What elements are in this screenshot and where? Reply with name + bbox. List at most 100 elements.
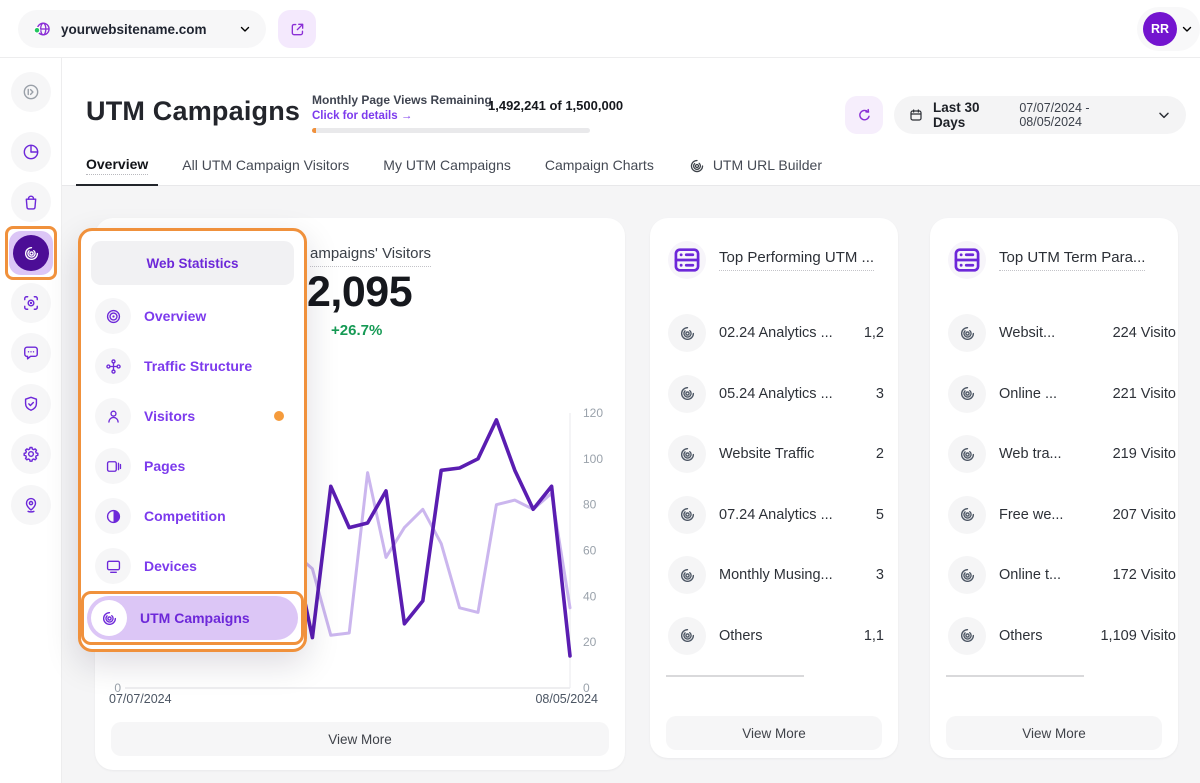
list-item-value: 5 <box>876 507 884 523</box>
x-axis-start-label: 07/07/2024 <box>109 692 172 706</box>
flyout-item-traffic-structure[interactable]: Traffic Structure <box>91 341 294 391</box>
list-item-name: Free we... <box>999 507 1063 523</box>
user-menu[interactable]: RR <box>1137 7 1200 51</box>
tab-utm-url-builder[interactable]: UTM URL Builder <box>688 157 822 185</box>
list-item-website-traffic[interactable]: Website Traffic 2 <box>650 435 898 473</box>
svg-text:80: 80 <box>583 498 597 512</box>
list-item-free-we[interactable]: Free we... 207 Visito <box>930 496 1178 534</box>
svg-text:120: 120 <box>583 406 603 420</box>
database-icon <box>668 241 706 279</box>
flyout-item-utm-campaigns[interactable]: UTM Campaigns <box>87 596 298 640</box>
flyout-menu: Web Statistics Overview Traffic Structure… <box>78 228 307 652</box>
tab-overview[interactable]: Overview <box>86 156 148 185</box>
page-header: UTM Campaigns Monthly Page Views Remaini… <box>62 58 1200 186</box>
list-item-value: 1,2 <box>864 325 884 341</box>
quota-progress-fill <box>312 128 316 133</box>
card-title: Top Performing UTM ... <box>719 249 874 271</box>
settings-icon <box>21 444 41 464</box>
flyout-title: Web Statistics <box>91 241 294 285</box>
list-item-name: Others <box>999 628 1043 644</box>
utm-spiral-icon <box>948 375 986 413</box>
sidebar-item-location[interactable] <box>11 485 51 525</box>
list-item-others[interactable]: Others 1,109 Visito <box>930 617 1178 655</box>
flyout-item-label: Competition <box>144 508 226 524</box>
list-item-value: 219 Visito <box>1113 446 1176 462</box>
chart-view-more-button[interactable]: View More <box>111 722 609 756</box>
traffic-structure-icon <box>95 348 131 384</box>
sidebar-item-scan[interactable] <box>11 283 51 323</box>
open-website-button[interactable] <box>278 10 316 48</box>
list-item-online-t[interactable]: Online t... 172 Visito <box>930 556 1178 594</box>
top-utm-term-card: Top UTM Term Para... Websit... 224 Visit… <box>930 218 1178 758</box>
flyout-item-visitors[interactable]: Visitors <box>91 391 294 441</box>
utm-spiral-icon <box>948 496 986 534</box>
x-axis-end-label: 08/05/2024 <box>535 692 598 706</box>
utm-campaigns-icon <box>91 600 127 636</box>
flyout-item-label: Overview <box>144 308 206 324</box>
list-item-web-tra[interactable]: Web tra... 219 Visito <box>930 435 1178 473</box>
calendar-icon <box>908 107 924 123</box>
flyout-item-competition[interactable]: Competition <box>91 491 294 541</box>
card-rows: 02.24 Analytics ... 1,2 05.24 Analytics … <box>650 314 898 677</box>
card-header: Top UTM Term Para... <box>948 241 1145 279</box>
sidebar-item-messages[interactable] <box>11 333 51 373</box>
list-item-websit[interactable]: Websit... 224 Visito <box>930 314 1178 352</box>
list-item-value: 224 Visito <box>1113 325 1176 341</box>
quota-label: Monthly Page Views Remaining <box>312 93 492 107</box>
list-item-monthly-musing[interactable]: Monthly Musing... 3 <box>650 556 898 594</box>
list-item-02-24-analytics[interactable]: 02.24 Analytics ... 1,2 <box>650 314 898 352</box>
chart-change-badge: +26.7% <box>331 322 382 339</box>
date-range-picker[interactable]: Last 30 Days 07/07/2024 - 08/05/2024 <box>894 96 1186 134</box>
database-icon <box>948 241 986 279</box>
analytics-icon <box>21 142 41 162</box>
sidebar-item-web-statistics[interactable] <box>9 231 53 275</box>
list-item-07-24-analytics[interactable]: 07.24 Analytics ... 5 <box>650 496 898 534</box>
list-item-name: Web tra... <box>999 446 1062 462</box>
sidebar-item-analytics[interactable] <box>11 132 51 172</box>
card-header: Top Performing UTM ... <box>668 241 874 279</box>
quota-details-link[interactable]: Click for details → <box>312 110 412 122</box>
avatar: RR <box>1143 12 1177 46</box>
tab-label: Campaign Charts <box>545 157 654 175</box>
card-rows: Websit... 224 Visito Online ... 221 Visi… <box>930 314 1178 677</box>
chevron-down-icon <box>238 22 252 36</box>
svg-text:20: 20 <box>583 635 597 649</box>
flyout-item-label: Devices <box>144 558 197 574</box>
sidebar-item-security[interactable] <box>11 384 51 424</box>
flyout-item-label: UTM Campaigns <box>140 610 250 626</box>
chart-total-value: 2,095 <box>307 268 412 317</box>
view-more-button[interactable]: View More <box>666 716 882 750</box>
tab-campaign-charts[interactable]: Campaign Charts <box>545 157 654 185</box>
flyout-item-devices[interactable]: Devices <box>91 541 294 591</box>
list-item-online[interactable]: Online ... 221 Visito <box>930 375 1178 413</box>
view-more-button[interactable]: View More <box>946 716 1162 750</box>
notification-dot <box>274 411 284 421</box>
topbar: yourwebsitename.com RR <box>0 0 1200 58</box>
divider <box>666 675 804 677</box>
flyout-item-overview[interactable]: Overview <box>91 291 294 341</box>
card-title: Top UTM Term Para... <box>999 249 1145 271</box>
utm-spiral-icon <box>668 617 706 655</box>
quota-value: 1,492,241 of 1,500,000 <box>488 98 623 113</box>
flyout-item-label: Traffic Structure <box>144 358 252 374</box>
sidebar <box>0 58 62 783</box>
list-item-value: 3 <box>876 386 884 402</box>
list-item-others[interactable]: Others 1,1 <box>650 617 898 655</box>
sidebar-item-settings[interactable] <box>11 434 51 474</box>
list-item-05-24-analytics[interactable]: 05.24 Analytics ... 3 <box>650 375 898 413</box>
store-icon <box>21 192 41 212</box>
svg-text:60: 60 <box>583 544 597 558</box>
sidebar-item-collapse[interactable] <box>11 72 51 112</box>
refresh-button[interactable] <box>845 96 883 134</box>
tab-all-utm-campaign-visitors[interactable]: All UTM Campaign Visitors <box>182 157 349 185</box>
location-icon <box>21 495 41 515</box>
utm-spiral-icon <box>668 496 706 534</box>
flyout-item-pages[interactable]: Pages <box>91 441 294 491</box>
website-selector[interactable]: yourwebsitename.com <box>18 10 266 48</box>
list-item-value: 221 Visito <box>1113 386 1176 402</box>
tab-label: UTM URL Builder <box>713 157 822 175</box>
overview-icon <box>95 298 131 334</box>
chart-card-title: ampaigns' Visitors <box>310 245 431 267</box>
tab-my-utm-campaigns[interactable]: My UTM Campaigns <box>383 157 511 185</box>
sidebar-item-store[interactable] <box>11 182 51 222</box>
